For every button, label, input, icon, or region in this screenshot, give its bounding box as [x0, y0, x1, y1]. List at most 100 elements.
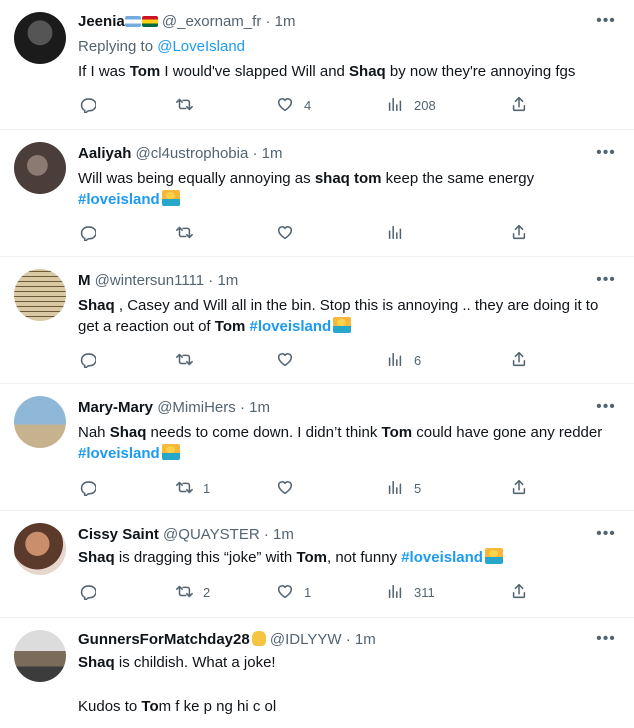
retweet-button[interactable]: 2: [175, 582, 210, 602]
views-button[interactable]: 311: [386, 582, 435, 602]
views-count: 311: [414, 584, 435, 600]
tweet[interactable]: GunnersForMatchday28 @IDLYYW · 1m ••• Sh…: [0, 618, 634, 728]
display-name[interactable]: Jeenia: [78, 13, 125, 30]
share-button[interactable]: [510, 582, 528, 602]
display-name[interactable]: M: [78, 272, 91, 289]
handle[interactable]: @_exornam_fr: [162, 13, 261, 30]
display-name[interactable]: Cissy Saint: [78, 526, 159, 543]
island-emoji-icon: [161, 190, 180, 206]
separator-dot: ·: [252, 145, 258, 162]
more-options-icon[interactable]: •••: [596, 145, 616, 166]
avatar[interactable]: [14, 142, 66, 194]
timestamp[interactable]: 1m: [275, 13, 296, 30]
avatar[interactable]: [14, 396, 66, 448]
share-button[interactable]: [510, 223, 528, 243]
avatar[interactable]: [14, 630, 66, 682]
heart-icon: [276, 350, 294, 371]
retweet-icon: [175, 350, 193, 371]
more-options-icon[interactable]: •••: [596, 526, 616, 547]
retweet-button[interactable]: [175, 350, 203, 370]
text-span: Kudos to: [78, 698, 142, 715]
views-button[interactable]: [386, 223, 414, 243]
retweet-button[interactable]: [175, 223, 203, 243]
action-bar: 2 1 311: [78, 582, 538, 602]
views-icon: [386, 350, 404, 371]
like-button[interactable]: [276, 350, 304, 370]
tweet[interactable]: Mary-Mary @MimiHers · 1m ••• Nah Shaq ne…: [0, 384, 634, 511]
tweet-text: Nah Shaq needs to come down. I didn’t th…: [78, 422, 618, 464]
separator-dot: ·: [239, 399, 245, 416]
timestamp[interactable]: 1m: [273, 526, 294, 543]
handle[interactable]: @QUAYSTER: [163, 526, 260, 543]
reply-link[interactable]: @LoveIsland: [157, 38, 245, 55]
views-button[interactable]: 208: [386, 95, 436, 115]
tweet[interactable]: Aaliyah @cl4ustrophobia · 1m ••• Will wa…: [0, 130, 634, 257]
handle[interactable]: @cl4ustrophobia: [136, 145, 249, 162]
text-span: I would've slapped Will and: [160, 63, 350, 80]
display-name[interactable]: GunnersForMatchday28: [78, 631, 250, 648]
avatar[interactable]: [14, 269, 66, 321]
highlighted-keyword: Shaq: [78, 297, 115, 314]
more-options-icon[interactable]: •••: [596, 13, 616, 34]
timestamp[interactable]: 1m: [262, 145, 283, 162]
share-icon: [510, 223, 528, 244]
reply-button[interactable]: [78, 478, 106, 498]
reply-prefix: Replying to: [78, 38, 158, 55]
hashtag-link[interactable]: #loveisland: [78, 191, 160, 208]
reply-button[interactable]: [78, 223, 106, 243]
tweet-header: GunnersForMatchday28 @IDLYYW · 1m: [78, 630, 604, 650]
handle[interactable]: @wintersun1111: [95, 272, 204, 289]
text-span: needs to come down. I didn’t think: [146, 424, 382, 441]
handle[interactable]: @IDLYYW: [270, 631, 342, 648]
text-span: Nah: [78, 424, 110, 441]
handle[interactable]: @MimiHers: [157, 399, 236, 416]
hashtag-link[interactable]: #loveisland: [401, 549, 483, 566]
avatar[interactable]: [14, 12, 66, 64]
more-options-icon[interactable]: •••: [596, 399, 616, 420]
share-icon: [510, 478, 528, 499]
timestamp[interactable]: 1m: [355, 631, 376, 648]
tweet-header: Cissy Saint @QUAYSTER · 1m: [78, 525, 604, 545]
like-button[interactable]: 4: [276, 95, 311, 115]
display-name[interactable]: Aaliyah: [78, 145, 131, 162]
avatar[interactable]: [14, 523, 66, 575]
timestamp[interactable]: 1m: [249, 399, 270, 416]
tweet[interactable]: Cissy Saint @QUAYSTER · 1m ••• Shaq is d…: [0, 511, 634, 618]
tweet[interactable]: Jeenia @_exornam_fr · 1m ••• Replying to…: [0, 0, 634, 130]
highlighted-keyword: Shaq: [78, 549, 115, 566]
heart-icon: [276, 223, 294, 244]
more-options-icon[interactable]: •••: [596, 631, 616, 652]
highlighted-keyword: To: [141, 698, 159, 715]
timestamp[interactable]: 1m: [217, 272, 238, 289]
reply-button[interactable]: [78, 350, 106, 370]
clapping-hands-icon: [251, 631, 266, 646]
island-emoji-icon: [484, 548, 503, 564]
retweet-button[interactable]: [175, 95, 203, 115]
views-count: 6: [414, 352, 422, 368]
tweet-text: If I was Tom I would've slapped Will and…: [78, 61, 618, 82]
like-button[interactable]: [276, 478, 304, 498]
views-icon: [386, 582, 404, 603]
hashtag-link[interactable]: #loveisland: [250, 318, 332, 335]
tweet-header: Aaliyah @cl4ustrophobia · 1m: [78, 144, 604, 164]
views-count: 5: [414, 480, 422, 496]
like-count: 4: [304, 97, 312, 113]
reply-button[interactable]: [78, 582, 106, 602]
more-options-icon[interactable]: •••: [596, 272, 616, 293]
like-button[interactable]: 1: [276, 582, 311, 602]
tweet[interactable]: M @wintersun1111 · 1m ••• Shaq , Casey a…: [0, 257, 634, 384]
text-span: , not funny: [327, 549, 402, 566]
hashtag-link[interactable]: #loveisland: [78, 445, 160, 462]
display-name[interactable]: Mary-Mary: [78, 399, 153, 416]
highlighted-keyword: shaq tom: [314, 170, 382, 187]
views-button[interactable]: 5: [386, 478, 421, 498]
share-button[interactable]: [510, 350, 528, 370]
reply-icon: [78, 582, 97, 603]
share-button[interactable]: [510, 95, 528, 115]
retweet-button[interactable]: 1: [175, 478, 210, 498]
views-button[interactable]: 6: [386, 350, 421, 370]
like-button[interactable]: [276, 223, 304, 243]
heart-icon: [276, 582, 294, 603]
share-button[interactable]: [510, 478, 528, 498]
reply-button[interactable]: [78, 95, 106, 115]
